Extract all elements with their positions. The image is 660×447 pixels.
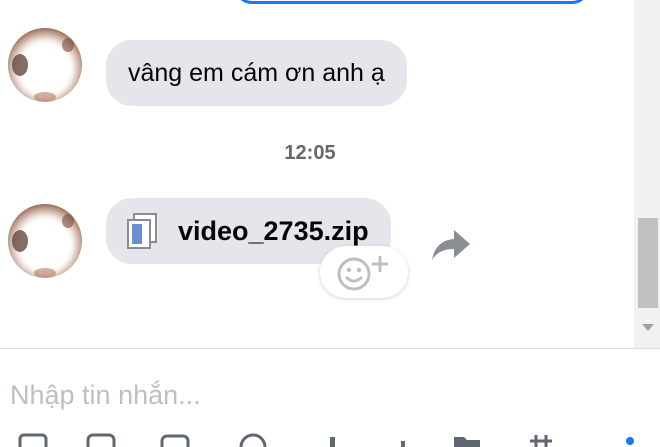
file-name: video_2735.zip — [178, 215, 369, 246]
thread-scrollbar[interactable] — [634, 0, 660, 348]
contact-avatar[interactable] — [8, 28, 82, 102]
message-input[interactable] — [10, 375, 610, 415]
received-message[interactable]: vâng em cám ơn anh ạ — [106, 40, 407, 106]
previous-sent-message[interactable] — [234, 0, 590, 4]
more-icon[interactable] — [618, 433, 648, 447]
message-timestamp: 12:05 — [284, 142, 336, 164]
message-text: vâng em cám ơn anh ạ — [128, 59, 385, 87]
hashtag-icon[interactable] — [526, 433, 556, 447]
sticker-icon[interactable] — [86, 433, 116, 447]
scrollbar-thumb[interactable] — [638, 218, 658, 308]
scroll-down-arrow-icon[interactable] — [642, 322, 654, 332]
folder-icon[interactable] — [452, 433, 482, 447]
thumbs-up-icon[interactable] — [318, 433, 348, 447]
smiley-plus-icon — [337, 256, 388, 291]
attach-icon[interactable] — [388, 433, 418, 447]
gif-icon[interactable] — [18, 433, 48, 447]
photo-icon[interactable] — [160, 433, 190, 447]
contact-avatar[interactable] — [8, 204, 82, 278]
message-composer — [0, 349, 660, 447]
emoji-icon[interactable] — [238, 433, 268, 447]
file-archive-icon — [122, 211, 162, 251]
message-thread[interactable]: vâng em cám ơn anh ạ 12:05 video_2735.zi… — [0, 0, 634, 348]
forward-share-icon[interactable] — [428, 224, 474, 266]
add-reaction-button[interactable] — [320, 246, 408, 298]
